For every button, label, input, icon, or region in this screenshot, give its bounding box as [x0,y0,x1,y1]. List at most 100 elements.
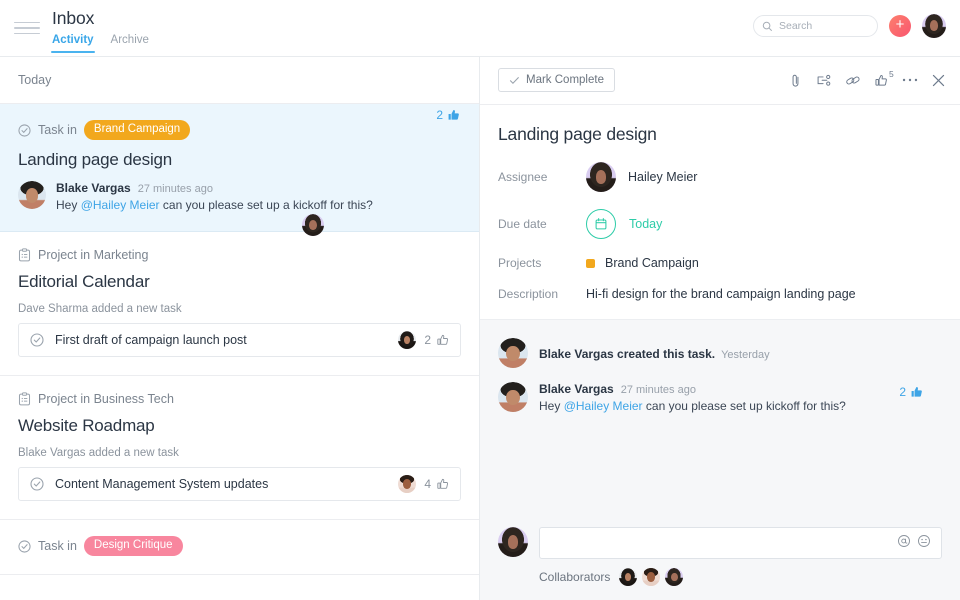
comment-composer: Collaborators [498,527,942,600]
clipboard-icon [18,392,31,406]
projects-field[interactable]: Projects Brand Campaign [498,256,942,270]
due-date-label: Due date [498,217,586,231]
check-icon [509,75,520,86]
avatar[interactable] [398,475,416,493]
assignee-name: Hailey Meier [628,170,697,184]
like-counter[interactable]: 2 [436,108,461,122]
thumbs-up-outline-icon[interactable] [436,477,450,491]
list-item[interactable]: Project in Business Tech Website Roadmap… [0,376,479,520]
assignee-field[interactable]: Assignee Hailey Meier [498,162,942,192]
main-split: Today Task in Brand Campaign Landing pag… [0,56,960,600]
avatar[interactable] [498,338,528,368]
activity-time: Yesterday [721,349,770,361]
app-window: Inbox Activity Archive Search + To [0,0,960,600]
top-bar: Inbox Activity Archive Search + [0,0,960,56]
tab-archive[interactable]: Archive [111,31,149,53]
assignee-label: Assignee [498,170,586,184]
inbox-list[interactable]: Today Task in Brand Campaign Landing pag… [0,56,480,600]
collaborators-label: Collaborators [539,570,610,584]
check-circle-icon[interactable] [18,124,31,137]
tab-activity[interactable]: Activity [52,31,94,53]
avatar[interactable] [398,331,416,349]
project-pill[interactable]: Brand Campaign [84,120,190,140]
check-circle-icon[interactable] [30,477,44,491]
avatar[interactable] [619,568,637,586]
task-detail-panel: Mark Complete [480,56,960,600]
item-kicker: Task in Brand Campaign [18,120,461,140]
like-counter[interactable]: 4 [424,477,450,491]
avatar[interactable] [642,568,660,586]
item-comment: Blake Vargas 27 minutes ago Hey @Hailey … [18,181,461,213]
item-title[interactable]: Landing page design [18,150,461,170]
search-input[interactable]: Search [753,15,878,37]
link-icon[interactable] [845,73,861,88]
item-kicker-label: Task in [38,539,77,553]
mention-link[interactable]: @Hailey Meier [564,399,643,413]
description-label: Description [498,287,586,301]
collaborators-row: Collaborators [539,568,942,586]
hamburger-icon[interactable] [14,15,40,41]
item-title[interactable]: Website Roadmap [18,416,461,436]
description-field[interactable]: Description Hi-fi design for the brand c… [498,287,942,301]
avatar[interactable] [18,181,46,209]
list-item[interactable]: Task in Design Critique [0,520,479,575]
subtask-row[interactable]: Content Management System updates 4 [18,467,461,501]
close-icon[interactable] [931,73,946,88]
detail-toolbar: Mark Complete [480,56,960,105]
list-item[interactable]: Task in Brand Campaign Landing page desi… [0,104,479,232]
due-date-field[interactable]: Due date Today [498,209,942,239]
day-header: Today [0,56,479,104]
subtask-label: Content Management System updates [55,477,387,491]
avatar[interactable] [498,382,528,412]
comment-input-wrapper[interactable] [539,527,942,559]
project-pill[interactable]: Design Critique [84,536,183,556]
search-icon [762,21,773,32]
thumbs-up-filled-icon[interactable] [447,108,461,122]
item-title[interactable]: Editorial Calendar [18,272,461,292]
comment-input[interactable] [550,536,897,550]
thumbs-up-filled-icon[interactable] [910,385,924,399]
check-circle-icon[interactable] [30,333,44,347]
subtask-row[interactable]: First draft of campaign launch post 2 [18,323,461,357]
subtask-icon[interactable] [816,73,832,88]
activity-feed: Blake Vargas created this task. Yesterday… [480,319,960,600]
avatar[interactable] [586,162,616,192]
avatar[interactable] [498,527,528,557]
list-item[interactable]: Project in Marketing Editorial Calendar … [0,232,479,376]
comment-author: Blake Vargas [56,181,131,195]
paperclip-icon[interactable] [788,73,803,88]
projects-value[interactable]: Brand Campaign [605,256,699,270]
mention-link[interactable]: @Hailey Meier [81,198,160,212]
thumbs-up-outline-icon[interactable]: 5 [874,73,889,88]
check-circle-icon[interactable] [18,540,31,553]
comment-time: 27 minutes ago [138,183,213,195]
clipboard-icon [18,248,31,262]
activity-text: Blake Vargas created this task. [539,347,715,361]
header-avatar[interactable] [922,14,946,38]
emoji-icon[interactable] [917,534,931,553]
header-divider [0,56,960,57]
ellipsis-icon[interactable] [902,77,918,83]
page-title: Inbox [52,7,149,29]
at-mention-icon[interactable] [897,534,911,553]
item-kicker: Project in Marketing [18,248,461,262]
description-value[interactable]: Hi-fi design for the brand campaign land… [586,287,856,301]
thumbs-up-outline-icon[interactable] [436,333,450,347]
activity-entry: Blake Vargas created this task. Yesterday [498,338,942,368]
detail-title: Landing page design [498,124,942,145]
comment-author: Blake Vargas [539,382,614,396]
item-kicker-label: Project in Marketing [38,248,148,262]
item-kicker: Task in Design Critique [18,536,461,556]
like-badge: 5 [889,69,894,79]
project-color-dot [586,259,595,268]
detail-fields: Landing page design Assignee Hailey Meie… [480,105,960,301]
like-counter[interactable]: 2 [899,385,924,399]
like-count: 2 [899,385,906,399]
add-button[interactable]: + [889,15,911,37]
projects-label: Projects [498,256,586,270]
mark-complete-button[interactable]: Mark Complete [498,68,615,92]
avatar[interactable] [665,568,683,586]
tab-bar: Activity Archive [52,31,149,53]
mark-complete-label: Mark Complete [526,74,604,86]
like-counter[interactable]: 2 [424,333,450,347]
